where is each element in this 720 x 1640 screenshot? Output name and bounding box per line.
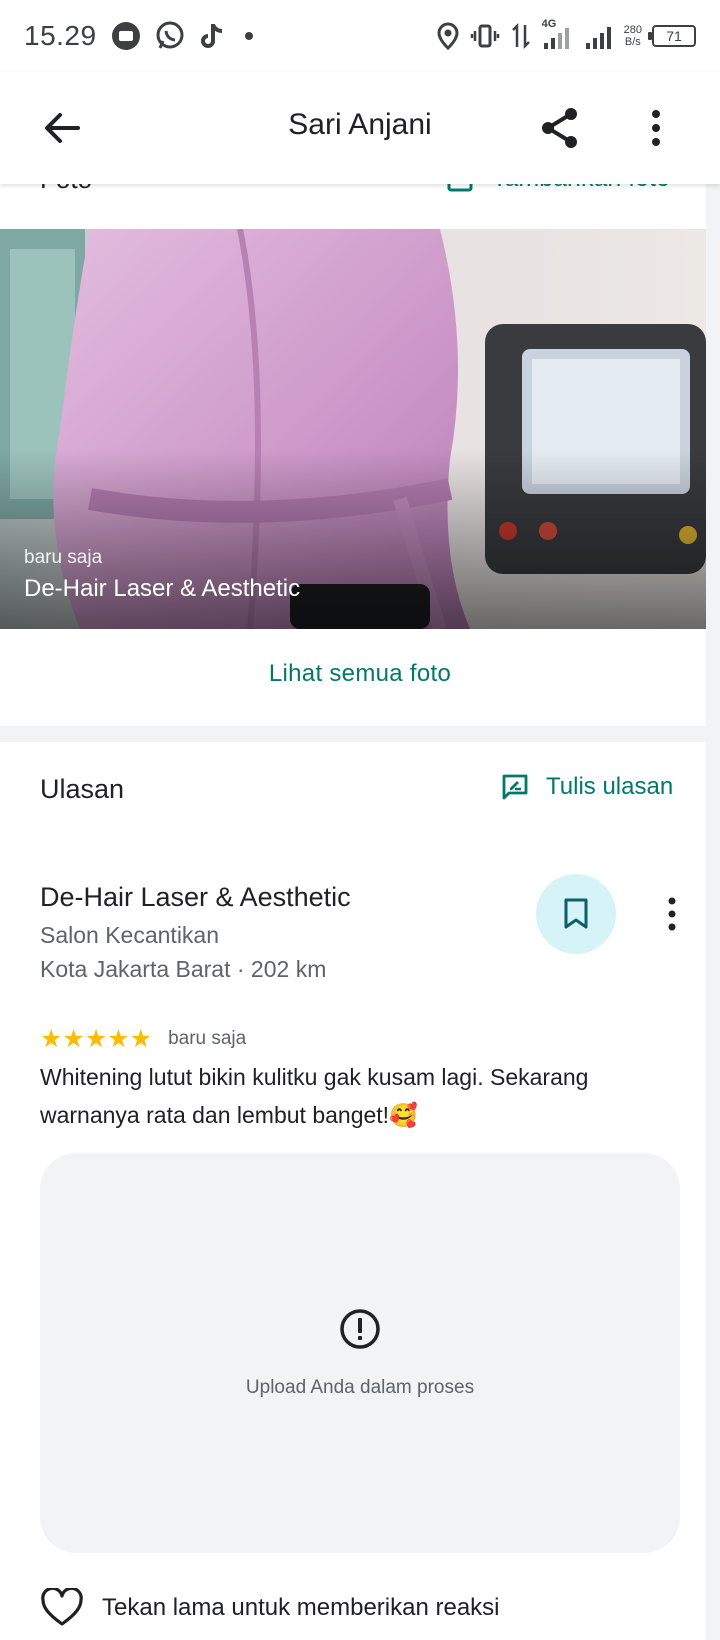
status-time: 15.29 (24, 20, 97, 51)
status-bar: 15.29 4G 280 B/s 71 (0, 0, 720, 72)
write-review-label: Tulis ulasan (546, 773, 674, 800)
review-text: Whitening lutut bikin kulitku gak kusam … (40, 1064, 589, 1128)
more-options-icon[interactable] (636, 106, 676, 150)
net-speed-unit: B/s (624, 36, 641, 48)
vibrate-icon (470, 24, 499, 48)
write-review-button[interactable]: Tulis ulasan (500, 772, 673, 802)
data-transfer-icon (511, 22, 530, 50)
tiktok-icon (200, 24, 222, 48)
more-notifications-dot-icon (244, 32, 253, 40)
review-more-options-icon[interactable] (656, 894, 688, 934)
reviews-section-title: Ulasan (40, 774, 125, 804)
photo-place: De-Hair Laser & Aesthetic (24, 575, 301, 602)
message-bubble-icon (111, 22, 140, 50)
review-place-location: Kota Jakarta Barat · 202 km (40, 956, 327, 982)
alert-circle-icon (340, 1309, 380, 1349)
review-photo[interactable]: baru saja De-Hair Laser & Aesthetic (0, 229, 706, 629)
scroll-edge (706, 180, 720, 1640)
app-bar: Sari Anjani (0, 72, 720, 184)
star-rating: ★★★★★ (40, 1025, 153, 1053)
photo-caption: baru saja De-Hair Laser & Aesthetic (24, 547, 300, 603)
whatsapp-icon (156, 21, 184, 49)
notification-icons (111, 21, 257, 51)
write-review-icon (502, 774, 528, 800)
network-type-indicator: 4G (542, 18, 574, 51)
reaction-row[interactable]: Tekan lama untuk memberikan reaksi (40, 1588, 500, 1628)
battery-level: 71 (666, 28, 682, 44)
review-place-name[interactable]: De-Hair Laser & Aesthetic (40, 882, 351, 913)
battery-icon: 71 (648, 25, 696, 47)
reaction-hint: Tekan lama untuk memberikan reaksi (102, 1594, 500, 1621)
page-title: Sari Anjani (288, 108, 432, 141)
net-speed-value: 280 (623, 24, 642, 36)
system-icons: 4G 280 B/s 71 (436, 18, 696, 51)
share-icon[interactable] (536, 104, 584, 152)
net-speed: 280 B/s (624, 24, 642, 48)
review-time: baru saja (168, 1028, 247, 1049)
signal-2-icon (585, 27, 611, 49)
bookmark-icon (564, 898, 588, 929)
section-divider (0, 726, 720, 742)
location-icon (437, 22, 459, 51)
see-all-photos-button[interactable]: Lihat semua foto (0, 660, 720, 688)
review-rating-row: ★★★★★ baru saja (40, 1025, 247, 1053)
signal-1-icon (543, 28, 569, 49)
save-place-button[interactable] (536, 874, 616, 954)
photo-time: baru saja (24, 547, 103, 568)
upload-in-progress-card: Upload Anda dalam proses (40, 1153, 680, 1553)
upload-status-text: Upload Anda dalam proses (245, 1377, 475, 1398)
heart-icon[interactable] (40, 1588, 84, 1628)
review-place-category: Salon Kecantikan (40, 922, 220, 948)
